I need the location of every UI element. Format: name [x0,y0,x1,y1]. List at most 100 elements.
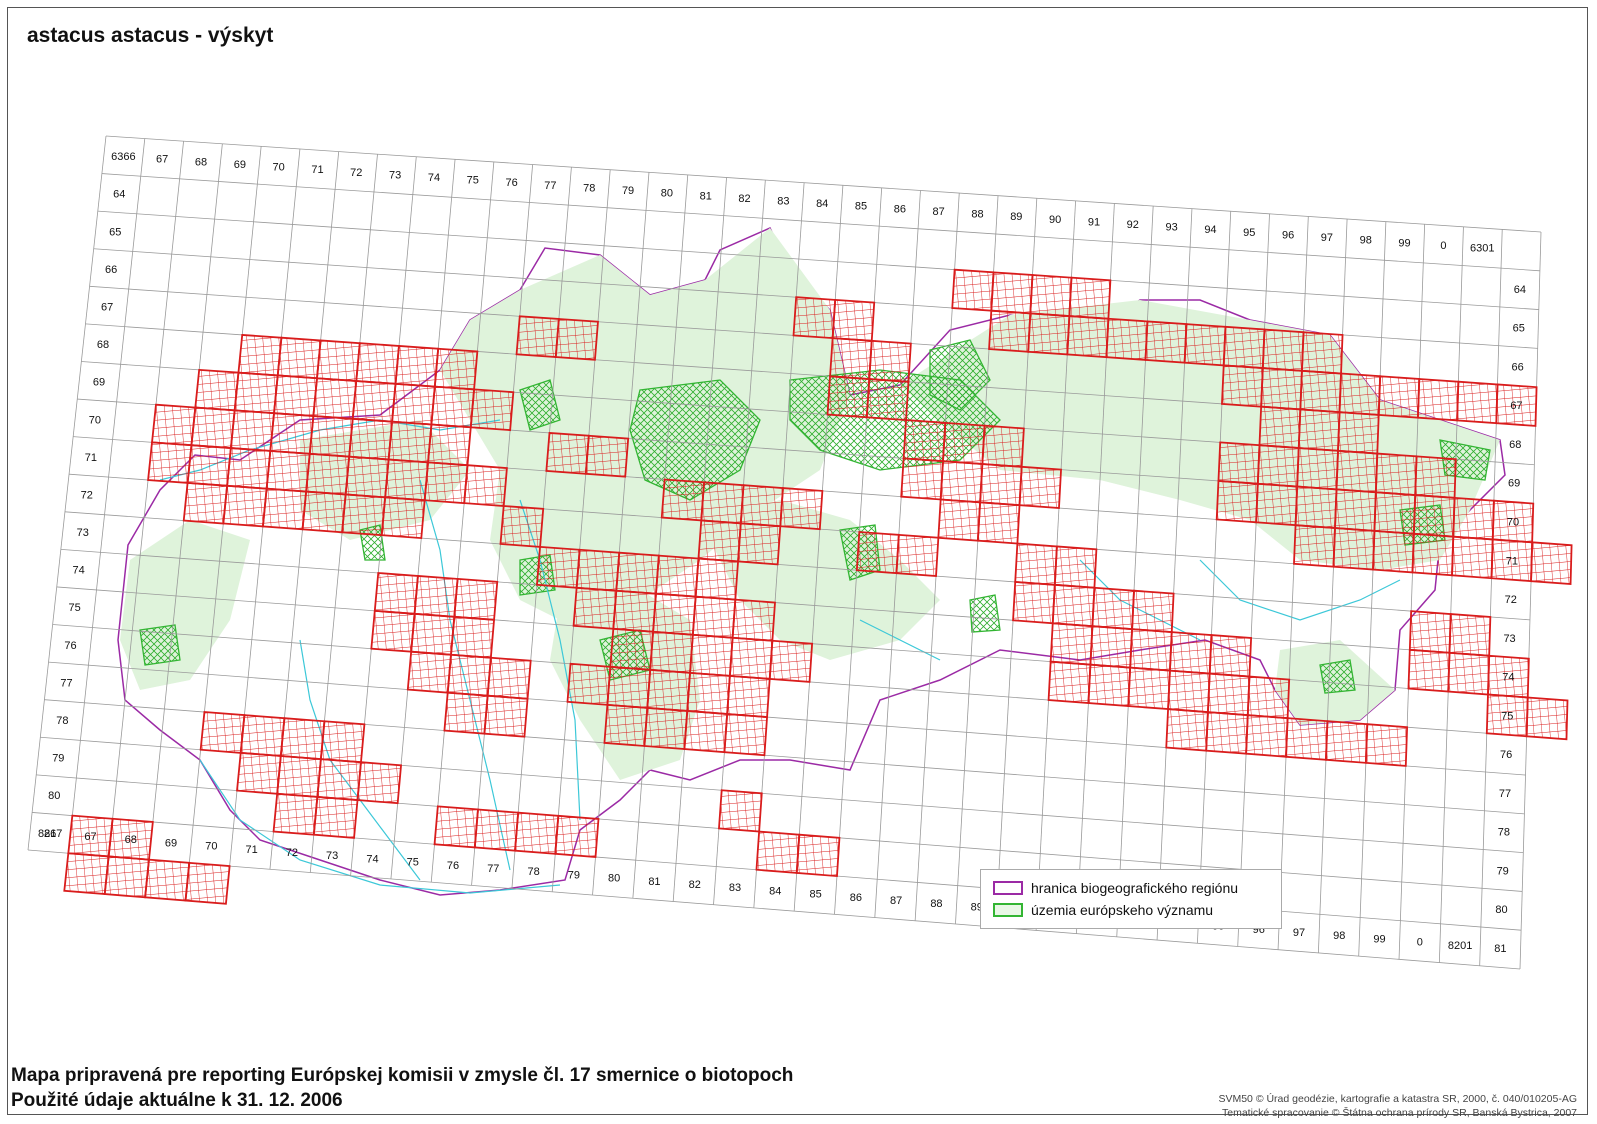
occurrence-square [433,347,479,391]
credits-line-2: Tematické spracovanie © Štátna ochrana p… [1222,1107,1577,1119]
occurrence-square [406,650,452,694]
occurrence-square [737,522,782,566]
occurrence-square [755,830,801,874]
occurrence-square [1215,479,1259,524]
grid-label-left: 71 [85,452,97,464]
grid-label-left: 67 [101,301,113,313]
occurrence-square [612,589,657,633]
footer-line-1: Mapa pripravená pre reporting Európskej … [11,1065,794,1086]
occurrence-square [463,464,508,507]
grid-label-top: 80 [661,188,673,200]
occurrence-square [575,548,621,592]
grid-label-bottom: 97 [1293,927,1305,939]
grid-label-top: 87 [933,206,945,218]
occurrence-square [1407,648,1451,693]
occurrence-square [831,298,876,342]
occurrence-square [728,636,774,680]
grid-label-top: 75 [467,175,479,187]
grid-label-left: 66 [105,264,117,276]
grid-col-line [1438,226,1464,963]
grid-label-top: 72 [350,167,362,179]
occurrence-square [273,374,318,417]
grid-label-bottom: 78 [527,866,539,878]
grid-label-bottom: 88 [930,898,942,910]
grid-label-left: 65 [109,226,121,238]
occurrence-square [1183,323,1227,367]
occurrence-square [344,455,390,499]
occurrence-square [609,627,655,671]
occurrence-square [370,609,416,653]
occurrence-square [988,309,1032,353]
occurrence-square [902,419,947,463]
occurrence-square [1364,723,1409,767]
occurrence-square [103,855,150,899]
occurrence-square [410,612,456,656]
grid-label-top: 6366 [111,151,135,163]
occurrence-square [865,378,910,422]
occurrence-square [646,668,692,712]
grid-col-line [1479,229,1503,966]
occurrence-square [1049,622,1094,666]
occurrence-square [1029,274,1073,318]
occurrence-square [182,481,229,525]
occurrence-square [380,496,426,540]
occurrence-square [1334,488,1377,532]
occurrence-square [981,424,1025,468]
occurrence-square [308,415,354,458]
grid-label-left: 64 [113,189,125,201]
occurrence-square [394,345,440,388]
occurrence-square [1411,532,1455,577]
occurrence-square [1372,529,1415,574]
grid-label-bottom: 84 [769,885,781,897]
occurrence-square [700,481,745,525]
occurrence-square [792,296,837,340]
grid-row-line [105,135,1542,233]
grid-label-bottom: 87 [890,895,902,907]
grid-label-top: 82 [738,193,750,205]
occurrence-square [1168,631,1213,675]
occurrence-square [979,463,1023,507]
occurrence-square [1451,535,1494,580]
occurrence-square [1047,660,1092,705]
grid-label-bottom: 68 [125,834,137,846]
occurrence-square [545,431,590,475]
occurrence-square [1051,583,1096,628]
occurrence-square [1087,663,1132,708]
grid-label-right: 76 [1500,749,1512,761]
occurrence-square [319,720,366,764]
occurrence-square [1414,455,1457,499]
occurrence-square [1027,312,1071,356]
occurrence-square [615,551,660,595]
occurrence-square [976,501,1021,545]
occurrence-square [689,633,734,677]
occurrence-square [1012,580,1056,625]
occurrence-square [1068,276,1112,320]
grid-label-bottom: 67 [84,831,96,843]
occurrence-square [1260,367,1303,411]
occurrence-square [1294,485,1338,529]
legend-sites-label: územia európskeho významu [1031,902,1214,918]
occurrence-square [469,388,515,432]
occurrence-square [829,337,873,381]
credits: SVM50 © Úrad geodézie, kartografie a kat… [1218,1092,1577,1120]
occurrence-square [279,717,326,761]
grid-row-line [101,173,1540,272]
occurrence-square [355,342,400,385]
grid-label-top: 92 [1127,219,1139,231]
grid-label-right: 69 [1508,478,1520,490]
occurrence-square [384,458,430,502]
occurrence-square [1165,708,1209,752]
grid-label-left: 69 [93,377,105,389]
occurrence-square [483,694,529,738]
occurrence-square [990,271,1034,315]
occurrence-square [147,441,193,484]
occurrence-square [351,380,397,423]
occurrence-square [1217,441,1261,485]
grid-label-right: 72 [1505,594,1517,606]
footer-line-2: Použité údaje aktuálne k 31. 12. 2006 [11,1090,343,1111]
occurrence-square [1256,444,1300,488]
occurrence-square [276,755,322,798]
occurrence-square [237,333,283,377]
occurrence-square [655,554,700,598]
occurrence-square [312,795,359,839]
